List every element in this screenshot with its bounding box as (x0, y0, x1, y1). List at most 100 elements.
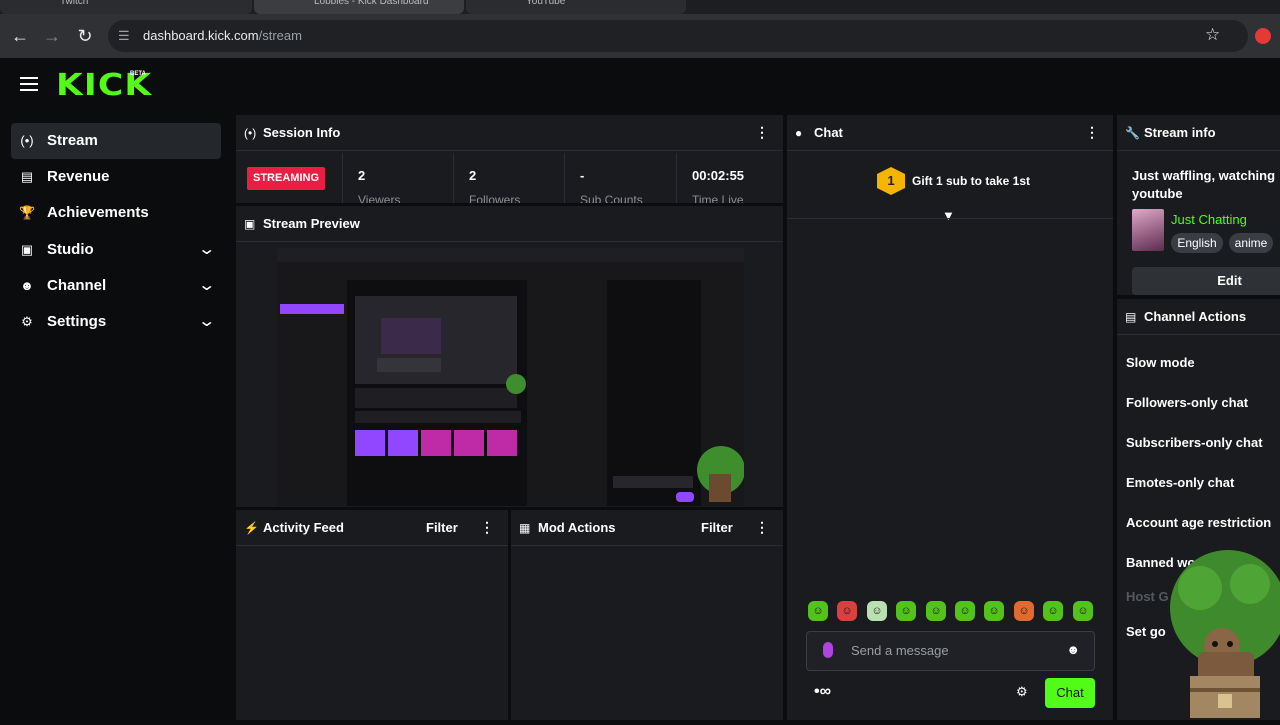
sidebar-item-label: Studio (47, 241, 94, 258)
emote-icon[interactable]: ☺ (808, 601, 828, 621)
panel-title: Mod Actions (538, 520, 616, 535)
stream-title: Just waffling, watching youtube (1132, 168, 1276, 201)
panel-header: 🔧 Stream info (1117, 115, 1280, 151)
emote-icon[interactable]: ☺ (1043, 601, 1063, 621)
bookmark-star-icon[interactable]: ☆ (1205, 25, 1220, 45)
broadcast-icon: (•) (20, 133, 34, 148)
panel-header: ⚡ Activity Feed Filter ⋮ (236, 510, 508, 546)
tree-mascot-svg (1170, 550, 1280, 718)
stream-info-panel: 🔧 Stream info Just waffling, watching yo… (1117, 115, 1280, 295)
sidebar-item-achievements[interactable]: 🏆 Achievements (11, 195, 221, 231)
kick-points-icon[interactable]: •∞ (814, 683, 831, 701)
panel-header: (•) Session Info ⋮ (236, 115, 783, 151)
wrench-icon: 🔧 (1125, 126, 1140, 140)
more-options-icon[interactable]: ⋮ (480, 519, 494, 536)
emote-icon[interactable]: ☺ (984, 601, 1004, 621)
panel-title: Stream info (1144, 125, 1216, 140)
slow-mode-toggle[interactable]: Slow mode (1126, 355, 1195, 370)
address-bar[interactable]: ☰ dashboard.kick.com/stream ☆ (108, 20, 1248, 52)
trophy-icon: 🏆 (19, 205, 36, 220)
browser-tab-active[interactable]: Lobbies - Kick Dashboard (254, 0, 464, 14)
stat-sub-counts: - Sub Counts (564, 153, 675, 203)
mod-actions-panel: ▦ Mod Actions Filter ⋮ (511, 510, 783, 720)
sidebar-item-label: Stream (47, 132, 98, 149)
tag-chip: English (1171, 233, 1223, 253)
menu-icon[interactable] (20, 77, 38, 91)
sidebar-item-channel[interactable]: ☻ Channel ⌄ (11, 268, 221, 304)
chat-message-input[interactable]: Send a message ☻ (806, 631, 1095, 671)
sidebar-item-settings[interactable]: ⚙ Settings ⌄ (11, 304, 221, 340)
emote-icon[interactable]: ☺ (926, 601, 946, 621)
activity-feed-panel: ⚡ Activity Feed Filter ⋮ (236, 510, 508, 720)
stat-value: 00:02:55 (692, 168, 745, 183)
sidebar-item-label: Achievements (47, 204, 149, 221)
chat-bubble-icon: ● (795, 126, 803, 140)
chat-send-button[interactable]: Chat (1045, 678, 1095, 708)
followers-only-toggle[interactable]: Followers-only chat (1126, 395, 1248, 410)
category-thumbnail (1132, 209, 1164, 251)
microphone-icon[interactable] (823, 642, 833, 658)
stream-preview-video[interactable] (277, 248, 744, 506)
more-options-icon[interactable]: ⋮ (755, 124, 769, 141)
back-icon[interactable]: ← (8, 24, 32, 48)
stat-label: Viewers (358, 193, 401, 203)
emote-icon[interactable]: ☺ (1014, 601, 1034, 621)
account-age-toggle[interactable]: Account age restriction (1126, 515, 1271, 530)
subscribers-only-toggle[interactable]: Subscribers-only chat (1126, 435, 1263, 450)
browser-tab[interactable]: Twitch (0, 0, 252, 14)
sidebar-item-studio[interactable]: ▣ Studio ⌄ (11, 232, 221, 268)
stat-label: Sub Counts (580, 193, 643, 203)
more-options-icon[interactable]: ⋮ (755, 519, 769, 536)
browser-toolbar: ← → ↻ ☰ dashboard.kick.com/stream ☆ (0, 14, 1280, 58)
emote-icon[interactable]: ☺ (955, 601, 975, 621)
category-link[interactable]: Just Chatting (1171, 212, 1247, 227)
panel-title: Chat (814, 125, 843, 140)
studio-icon: ▣ (20, 242, 34, 257)
gift-rank-badge: 1 (877, 167, 905, 195)
stat-value: 2 (469, 168, 477, 183)
sidebar-item-revenue[interactable]: ▤ Revenue (11, 159, 221, 195)
lightning-icon: ⚡ (244, 521, 259, 535)
stream-preview-panel: ▣ Stream Preview (236, 206, 783, 507)
panel-title: Channel Actions (1144, 309, 1247, 324)
mod-icon: ▦ (519, 521, 531, 535)
edit-stream-info-button[interactable]: Edit (1132, 267, 1280, 295)
more-options-icon[interactable]: ⋮ (1085, 124, 1099, 141)
site-info-icon[interactable]: ☰ (118, 28, 130, 44)
chevron-down-icon: ⌄ (196, 313, 216, 330)
browser-tab-strip: Twitch Lobbies - Kick Dashboard YouTube (0, 0, 1280, 14)
emotes-only-toggle[interactable]: Emotes-only chat (1126, 475, 1234, 490)
preview-frame-svg (277, 248, 744, 506)
forward-icon[interactable]: → (40, 24, 64, 48)
session-info-panel: (•) Session Info ⋮ STREAMING 2 Viewers 2… (236, 115, 783, 203)
panel-header: ▤ Channel Actions (1117, 299, 1280, 335)
sidebar-item-stream[interactable]: (•) Stream (11, 123, 221, 159)
panel-header: ▣ Stream Preview (236, 206, 783, 242)
emote-icon[interactable]: ☺ (867, 601, 887, 621)
reload-icon[interactable]: ↻ (73, 24, 97, 48)
pinned-collapse-icon[interactable]: ▼ (942, 208, 955, 223)
chevron-down-icon: ⌄ (196, 277, 216, 294)
panel-header: ● Chat ⋮ (787, 115, 1113, 151)
stat-value: - (580, 168, 585, 183)
filter-button[interactable]: Filter (701, 520, 733, 535)
users-icon: ☻ (20, 278, 34, 293)
stat-value: 2 (358, 168, 366, 183)
chat-placeholder: Send a message (851, 643, 949, 658)
gear-icon: ⚙ (21, 314, 33, 329)
chevron-down-icon: ⌄ (196, 241, 216, 258)
browser-tab[interactable]: YouTube (466, 0, 686, 14)
emote-icon[interactable]: ☺ (896, 601, 916, 621)
chat-settings-icon[interactable]: ⚙ (1016, 684, 1028, 700)
panel-header: ▦ Mod Actions Filter ⋮ (511, 510, 783, 546)
extension-icon[interactable] (1255, 28, 1271, 44)
emoji-picker-icon[interactable]: ☻ (1066, 642, 1080, 657)
panel-title: Session Info (263, 125, 341, 140)
emote-icon[interactable]: ☺ (837, 601, 857, 621)
gift-leaderboard-text[interactable]: Gift 1 sub to take 1st (912, 174, 1030, 188)
filter-button[interactable]: Filter (426, 520, 458, 535)
emote-icon[interactable]: ☺ (1073, 601, 1093, 621)
app-header: KICK BETA (0, 58, 1280, 114)
chart-icon: ▤ (20, 169, 34, 184)
broadcast-icon: (•) (244, 126, 257, 140)
